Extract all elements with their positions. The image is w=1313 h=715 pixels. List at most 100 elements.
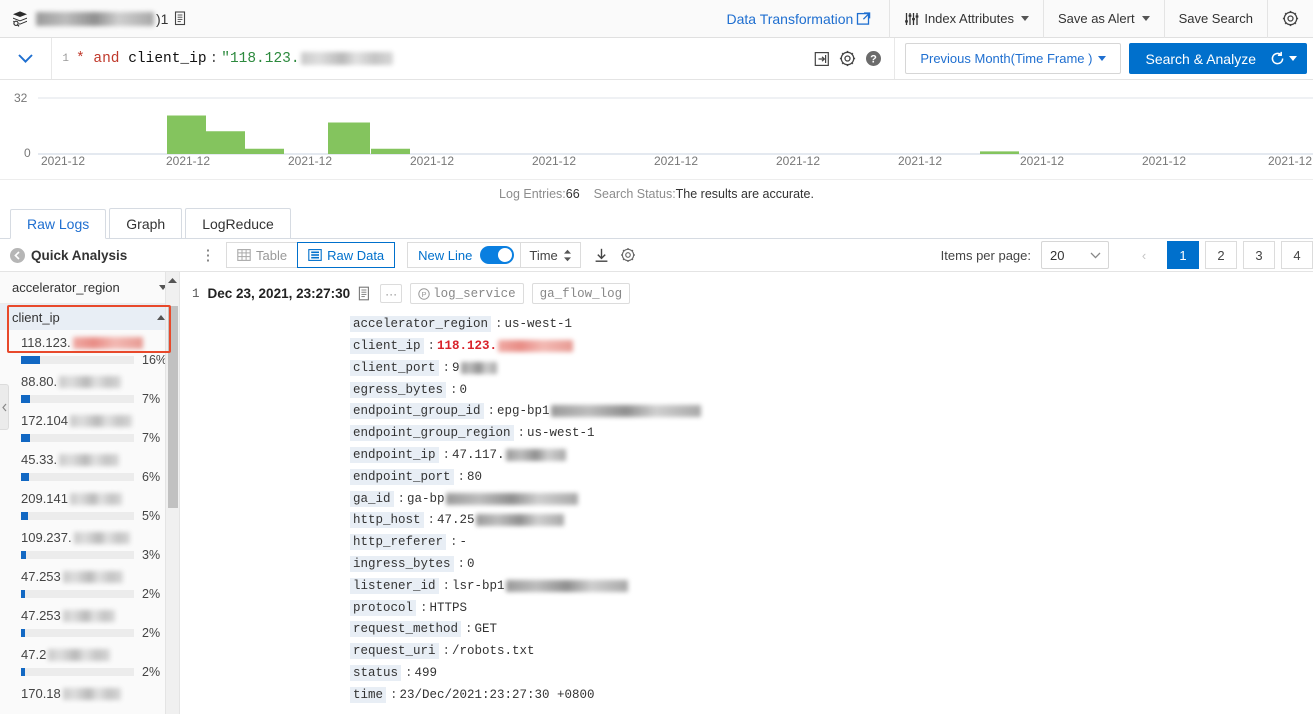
log-field-listener-id[interactable]: listener_id: lsr-bp1 [350, 577, 1313, 596]
log-field-http-host[interactable]: http_host:47.25 [350, 511, 1313, 530]
download-icon[interactable] [593, 247, 610, 264]
settings-button[interactable] [1268, 0, 1313, 38]
log-field-client-port[interactable]: client_port:9 [350, 359, 1313, 378]
log-field-key[interactable]: status [350, 665, 402, 681]
log-field-egress-bytes[interactable]: egress_bytes:0 [350, 380, 1313, 399]
quick-analysis-header[interactable]: Quick Analysis [0, 247, 196, 263]
index-attributes-button[interactable]: Index Attributes [890, 0, 1044, 38]
log-entry-more-button[interactable]: ··· [380, 284, 403, 303]
log-field-key[interactable]: client_ip [350, 338, 424, 355]
field-selector[interactable]: accelerator_region [0, 272, 179, 304]
log-field-time[interactable]: time:23/Dec/2021:23:27:30 +0800 [350, 686, 1313, 705]
log-tag-ga-flow-log[interactable]: ga_flow_log [531, 283, 631, 304]
prev-page-button[interactable]: ‹ [1127, 241, 1161, 269]
query-editor[interactable]: 1 * and client_ip : "118.123. [52, 38, 802, 79]
log-field-endpoint-ip[interactable]: endpoint_ip:47.117. [350, 446, 1313, 465]
log-field-key[interactable]: http_referer [350, 534, 447, 551]
field-value-text: 172.104 [21, 413, 169, 428]
gear-icon[interactable] [620, 247, 636, 263]
log-field-accelerator-region[interactable]: accelerator_region: us-west-1 [350, 315, 1313, 334]
log-field-ingress-bytes[interactable]: ingress_bytes:0 [350, 555, 1313, 574]
refresh-control[interactable] [1270, 51, 1297, 66]
log-field-key[interactable]: request_uri [350, 643, 439, 660]
field-value-item[interactable]: 88.80. 7% [0, 369, 179, 408]
save-search-button[interactable]: Save Search [1165, 0, 1268, 38]
sidebar-scrollbar[interactable] [165, 272, 179, 714]
field-value-item[interactable]: 47.253 2% [0, 564, 179, 603]
log-field-key[interactable]: egress_bytes [350, 381, 447, 398]
log-field-endpoint-port[interactable]: endpoint_port:80 [350, 468, 1313, 487]
page-button-1[interactable]: 1 [1167, 241, 1199, 269]
log-field-key[interactable]: protocol [350, 599, 417, 616]
field-value-item[interactable]: 109.237. 3% [0, 525, 179, 564]
query-settings-icon[interactable] [839, 50, 856, 67]
field-value-item[interactable]: 172.104 7% [0, 408, 179, 447]
field-client-ip-header[interactable]: client_ip [0, 304, 179, 330]
log-field-protocol[interactable]: protocol: HTTPS [350, 598, 1313, 617]
items-per-page-select[interactable]: 20 [1041, 241, 1109, 269]
bar-1[interactable] [206, 131, 245, 154]
bar-0[interactable] [167, 115, 206, 155]
histogram-chart[interactable]: 32 0 2021-12 2021-12 2021-12 2021-12 2021-12… [0, 80, 1313, 180]
log-field-key[interactable]: time [350, 686, 387, 703]
items-per-page-value: 20 [1050, 247, 1065, 263]
page-button-2[interactable]: 2 [1205, 241, 1237, 269]
back-arrow-icon[interactable] [10, 247, 25, 263]
field-value-item[interactable]: 47.253 2% [0, 603, 179, 642]
tab-raw-logs[interactable]: Raw Logs [10, 209, 107, 239]
log-field-key[interactable]: http_host [350, 512, 424, 529]
log-field-key[interactable]: client_port [350, 359, 439, 376]
log-field-key[interactable]: endpoint_group_region [350, 425, 514, 442]
bar-3[interactable] [328, 122, 370, 155]
svg-text:P: P [422, 289, 427, 298]
project-name[interactable]: )1 [36, 11, 187, 27]
field-value-item[interactable]: 209.141 5% [0, 486, 179, 525]
log-field-endpoint-group-id[interactable]: endpoint_group_id: epg-bp1 [350, 402, 1313, 421]
time-sort-selector[interactable]: Time [521, 242, 581, 268]
save-as-alert-button[interactable]: Save as Alert [1044, 0, 1165, 38]
save-query-icon[interactable] [814, 51, 830, 67]
field-value-item[interactable]: 47.2 2% [0, 642, 179, 681]
log-field-client-ip[interactable]: client_ip:118.123. [350, 337, 1313, 356]
log-tag-log-service[interactable]: P log_service [410, 283, 524, 304]
log-field-key[interactable]: listener_id [350, 577, 439, 594]
log-field-key[interactable]: ingress_bytes [350, 556, 454, 573]
field-value-item[interactable]: 170.18 [0, 681, 179, 703]
field-value-item[interactable]: 118.123. 16% [0, 330, 179, 369]
time-frame-selector[interactable]: Previous Month(Time Frame ) [905, 43, 1122, 74]
table-view-button[interactable]: Table [226, 242, 299, 268]
log-field-key[interactable]: endpoint_port [350, 468, 454, 485]
search-analyze-button[interactable]: Search & Analyze [1129, 43, 1307, 74]
log-field-status[interactable]: status:499 [350, 664, 1313, 683]
log-field-key[interactable]: endpoint_ip [350, 447, 439, 464]
query-text[interactable]: * and client_ip : "118.123. [76, 51, 393, 67]
page-button-4[interactable]: 4 [1281, 241, 1313, 269]
log-field-key[interactable]: endpoint_group_id [350, 403, 484, 420]
log-field-key[interactable]: accelerator_region [350, 316, 492, 333]
copy-icon[interactable] [358, 286, 372, 302]
new-line-control[interactable]: New Line [407, 242, 522, 268]
tab-logreduce[interactable]: LogReduce [185, 208, 291, 238]
document-icon[interactable] [174, 11, 187, 26]
log-field-request-method[interactable]: request_method: GET [350, 620, 1313, 639]
expand-query-button[interactable] [0, 38, 52, 79]
tab-graph[interactable]: Graph [109, 208, 183, 238]
quick-analysis-menu-button[interactable]: ⋮ [196, 246, 220, 264]
raw-data-view-button[interactable]: Raw Data [297, 242, 396, 268]
log-field-key[interactable]: ga_id [350, 490, 394, 507]
gear-icon [1282, 10, 1299, 27]
log-field-key[interactable]: request_method [350, 621, 462, 638]
scroll-up-icon[interactable] [166, 272, 179, 288]
field-value-percent: 5% [142, 509, 161, 523]
log-field-request-uri[interactable]: request_uri:/robots.txt [350, 642, 1313, 661]
log-field-http-referer[interactable]: http_referer: - [350, 533, 1313, 552]
sidebar-collapse-handle[interactable] [0, 384, 9, 430]
log-field-endpoint-group-region[interactable]: endpoint_group_region: us-west-1 [350, 424, 1313, 443]
data-transformation-link[interactable]: Data Transformation [726, 11, 871, 27]
log-field-ga-id[interactable]: ga_id: ga-bp [350, 489, 1313, 508]
page-button-3[interactable]: 3 [1243, 241, 1275, 269]
new-line-toggle[interactable] [480, 246, 515, 264]
help-icon[interactable]: ? [865, 50, 882, 67]
scrollbar-thumb[interactable] [168, 306, 178, 508]
field-value-item[interactable]: 45.33. 6% [0, 447, 179, 486]
